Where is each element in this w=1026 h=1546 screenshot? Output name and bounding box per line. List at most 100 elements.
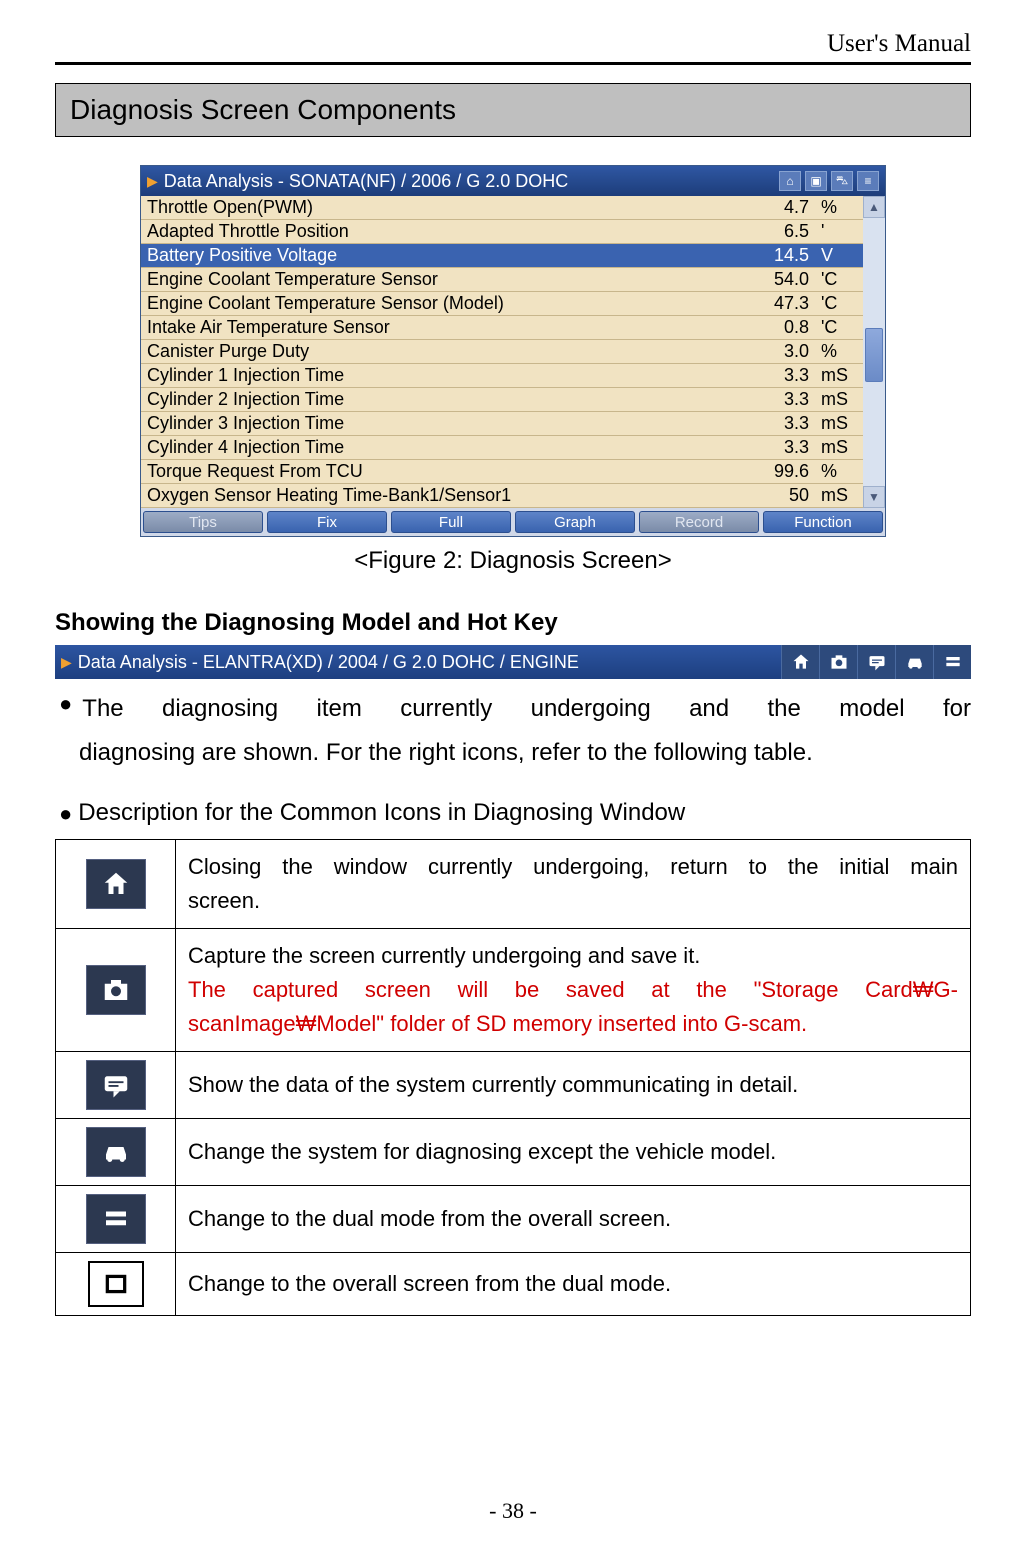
row-value: 99.6 — [745, 460, 815, 483]
hotkey-dual-icon[interactable] — [933, 645, 971, 679]
icon-description-table: Closing the window currently undergoing,… — [55, 839, 971, 1316]
icon-description: Change to the overall screen from the du… — [176, 1253, 971, 1316]
header-right: User's Manual — [55, 30, 971, 62]
data-grid: Throttle Open(PWM)4.7%Adapted Throttle P… — [141, 196, 863, 508]
row-label: Engine Coolant Temperature Sensor (Model… — [141, 292, 745, 315]
data-row[interactable]: Torque Request From TCU99.6% — [141, 460, 863, 484]
diagnosis-titlebar: ▶ Data Analysis - SONATA(NF) / 2006 / G … — [141, 166, 885, 196]
row-label: Oxygen Sensor Heating Time-Bank1/Sensor1 — [141, 484, 745, 507]
icon-table-row: Change to the overall screen from the du… — [56, 1253, 971, 1316]
row-unit: mS — [815, 388, 863, 411]
tb-dual-icon[interactable]: ≡ — [857, 171, 879, 191]
home-icon — [86, 859, 146, 909]
bullet-1-text: The diagnosing item currently undergoing… — [82, 689, 971, 729]
row-value: 54.0 — [745, 268, 815, 291]
row-unit: mS — [815, 484, 863, 507]
row-unit: 'C — [815, 292, 863, 315]
hotkey-camera-icon[interactable] — [819, 645, 857, 679]
icon-cell — [56, 1052, 176, 1119]
icon-description: Capture the screen currently undergoing … — [176, 929, 971, 1052]
page-number: - 38 - — [0, 1498, 1026, 1524]
data-row[interactable]: Engine Coolant Temperature Sensor54.0'C — [141, 268, 863, 292]
row-value: 3.3 — [745, 364, 815, 387]
scroll-up-icon[interactable]: ▲ — [863, 196, 885, 218]
row-value: 3.3 — [745, 436, 815, 459]
tb-camera-icon[interactable]: ▣ — [805, 171, 827, 191]
data-row[interactable]: Canister Purge Duty3.0% — [141, 340, 863, 364]
row-value: 14.5 — [745, 244, 815, 267]
icon-cell — [56, 1253, 176, 1316]
data-row[interactable]: Battery Positive Voltage14.5V — [141, 244, 863, 268]
figure-caption: <Figure 2: Diagnosis Screen> — [55, 547, 971, 575]
data-row[interactable]: Adapted Throttle Position6.5' — [141, 220, 863, 244]
hotkey-car-icon[interactable] — [895, 645, 933, 679]
diagnosis-panel: ▶ Data Analysis - SONATA(NF) / 2006 / G … — [140, 165, 886, 537]
desc-line: Change the system for diagnosing except … — [188, 1135, 958, 1169]
row-label: Cylinder 3 Injection Time — [141, 412, 745, 435]
data-row[interactable]: Cylinder 1 Injection Time3.3mS — [141, 364, 863, 388]
row-unit: mS — [815, 412, 863, 435]
bullet-1: ● The diagnosing item currently undergoi… — [55, 689, 971, 729]
button-row: TipsFixFullGraphRecordFunction — [141, 508, 885, 536]
row-unit: ' — [815, 220, 863, 243]
icon-table-row: Change the system for diagnosing except … — [56, 1119, 971, 1186]
row-value: 0.8 — [745, 316, 815, 339]
fix-button[interactable]: Fix — [267, 511, 387, 533]
scroll-down-icon[interactable]: ▼ — [863, 486, 885, 508]
data-row[interactable]: Cylinder 4 Injection Time3.3mS — [141, 436, 863, 460]
data-row[interactable]: Cylinder 2 Injection Time3.3mS — [141, 388, 863, 412]
icon-cell — [56, 929, 176, 1052]
row-label: Cylinder 2 Injection Time — [141, 388, 745, 411]
icon-cell — [56, 840, 176, 929]
row-value: 6.5 — [745, 220, 815, 243]
icon-cell — [56, 1119, 176, 1186]
desc-line: Change to the overall screen from the du… — [188, 1267, 958, 1301]
triangle-icon: ▶ — [147, 173, 158, 190]
row-unit: 'C — [815, 268, 863, 291]
desc-line: screen. — [188, 884, 958, 918]
icon-description: Change the system for diagnosing except … — [176, 1119, 971, 1186]
icon-table-row: Capture the screen currently undergoing … — [56, 929, 971, 1052]
graph-button[interactable]: Graph — [515, 511, 635, 533]
desc-line: The captured screen will be saved at the… — [188, 973, 958, 1007]
hotkey-icons — [781, 645, 971, 679]
desc-line: Show the data of the system currently co… — [188, 1068, 958, 1102]
data-row[interactable]: Oxygen Sensor Heating Time-Bank1/Sensor1… — [141, 484, 863, 508]
row-unit: % — [815, 460, 863, 483]
row-value: 3.0 — [745, 340, 815, 363]
full-button[interactable]: Full — [391, 511, 511, 533]
scroll-track[interactable] — [863, 218, 885, 486]
desc-line: Change to the dual mode from the overall… — [188, 1202, 958, 1236]
tb-car-icon[interactable]: ⛍ — [831, 171, 853, 191]
data-row[interactable]: Cylinder 3 Injection Time3.3mS — [141, 412, 863, 436]
section-title: Diagnosis Screen Components — [55, 83, 971, 137]
row-label: Battery Positive Voltage — [141, 244, 745, 267]
scrollbar[interactable]: ▲ ▼ — [863, 196, 885, 508]
desc-line: scanImage₩Model" folder of SD memory ins… — [188, 1007, 958, 1041]
titlebar-icons: ⌂ ▣ ⛍ ≡ — [779, 171, 879, 191]
scroll-thumb[interactable] — [865, 328, 883, 382]
row-label: Adapted Throttle Position — [141, 220, 745, 243]
row-unit: mS — [815, 364, 863, 387]
row-unit: mS — [815, 436, 863, 459]
data-row[interactable]: Engine Coolant Temperature Sensor (Model… — [141, 292, 863, 316]
data-row[interactable]: Throttle Open(PWM)4.7% — [141, 196, 863, 220]
bullet-dot-icon-2: ● — [59, 799, 72, 829]
diagnosis-title-text: Data Analysis - SONATA(NF) / 2006 / G 2.… — [164, 171, 779, 192]
row-label: Intake Air Temperature Sensor — [141, 316, 745, 339]
hotkey-chat-icon[interactable] — [857, 645, 895, 679]
function-button[interactable]: Function — [763, 511, 883, 533]
icon-description: Closing the window currently undergoing,… — [176, 840, 971, 929]
icon-table-row: Show the data of the system currently co… — [56, 1052, 971, 1119]
hotkey-home-icon[interactable] — [781, 645, 819, 679]
data-row[interactable]: Intake Air Temperature Sensor0.8'C — [141, 316, 863, 340]
tb-home-icon[interactable]: ⌂ — [779, 171, 801, 191]
bullet-dot-icon: ● — [59, 689, 72, 729]
desc-line: Closing the window currently undergoing,… — [188, 850, 958, 884]
row-unit: 'C — [815, 316, 863, 339]
top-rule — [55, 62, 971, 65]
record-button[interactable]: Record — [639, 511, 759, 533]
tips-button[interactable]: Tips — [143, 511, 263, 533]
camera-icon — [86, 965, 146, 1015]
bullet-2-text: Description for the Common Icons in Diag… — [78, 799, 685, 829]
